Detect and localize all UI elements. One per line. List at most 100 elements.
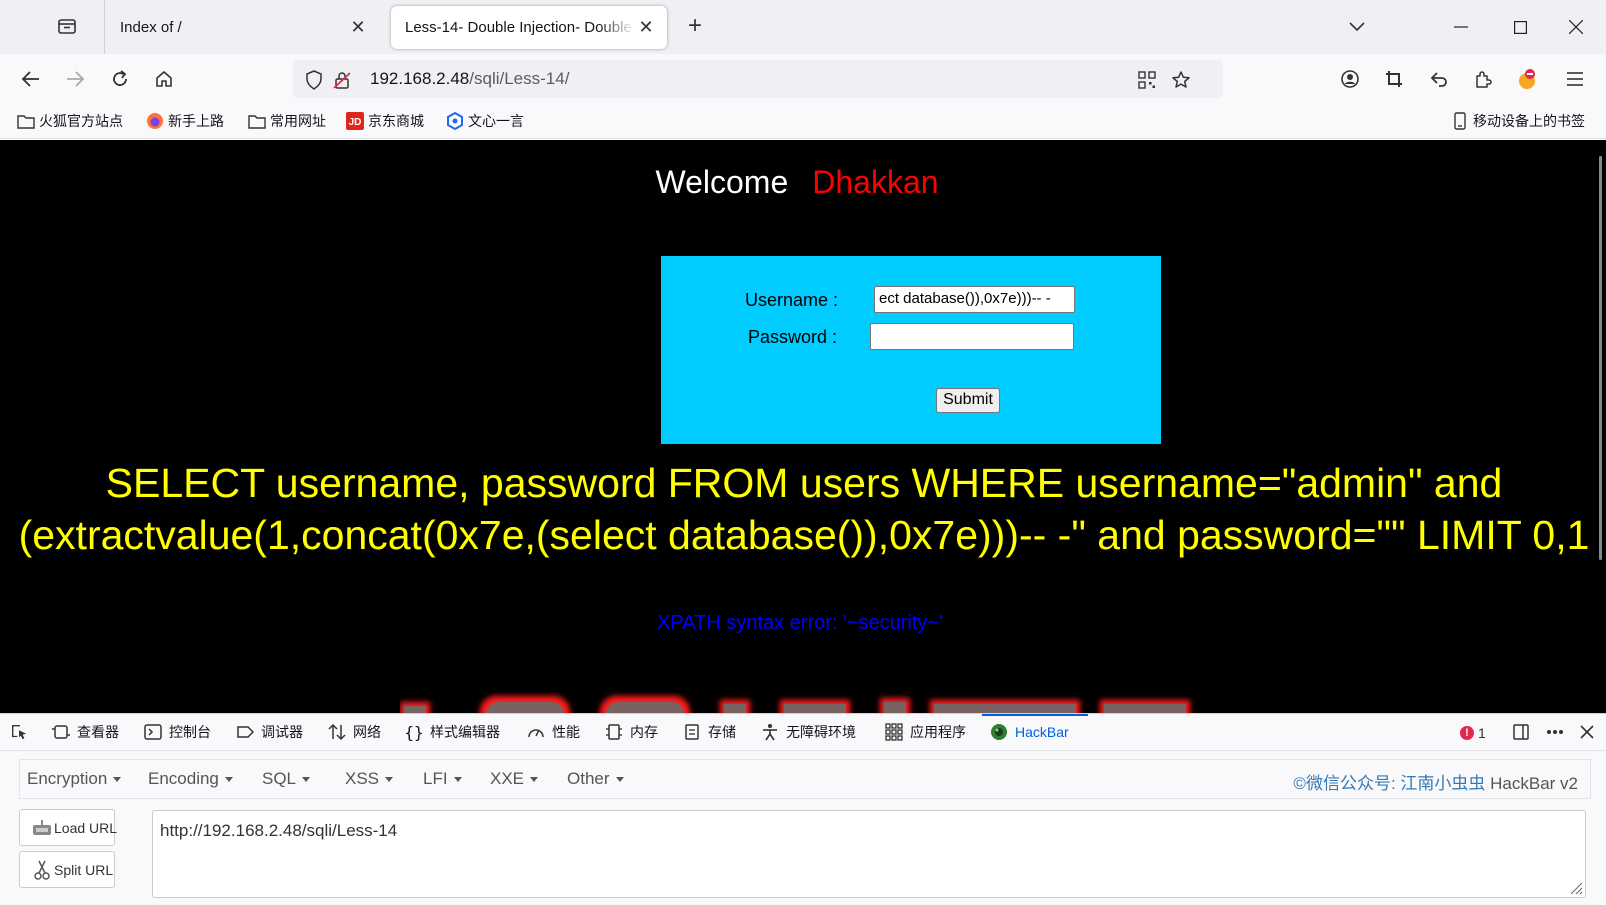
password-input[interactable] <box>870 323 1074 350</box>
address-bar[interactable]: 192.168.2.48/sqli/Less-14/ <box>293 60 1223 98</box>
qr-code-icon[interactable] <box>1136 69 1158 91</box>
undo-icon[interactable] <box>1425 65 1453 93</box>
tab-network[interactable]: 网络 <box>328 721 381 743</box>
bookmark-item[interactable]: JD 京东商城 <box>346 110 424 132</box>
wenxin-icon <box>446 112 464 130</box>
tab-less-14[interactable]: Less-14- Double Injection- Double Quotes… <box>391 6 667 49</box>
tab-separator <box>104 0 105 54</box>
screenshot-icon[interactable] <box>1380 65 1408 93</box>
menu-label: Encoding <box>148 769 219 788</box>
dock-toggle-icon[interactable] <box>1512 721 1537 743</box>
tab-inspector[interactable]: 查看器 <box>52 721 119 743</box>
tab-style-editor[interactable]: {} 样式编辑器 <box>404 721 500 743</box>
tab-application[interactable]: 应用程序 <box>885 721 966 743</box>
tab-debugger[interactable]: 调试器 <box>236 721 303 743</box>
tab-index[interactable]: Index of / ✕ <box>106 6 379 49</box>
menu-sql[interactable]: SQL <box>262 769 311 789</box>
bookmark-star-icon[interactable] <box>1170 69 1192 91</box>
menu-encryption[interactable]: Encryption <box>27 769 122 789</box>
chevron-down-icon[interactable] <box>1342 12 1372 42</box>
insecure-lock-icon[interactable] <box>331 69 353 91</box>
hackbar-menu: Encryption Encoding SQL XSS LFI XXE Othe… <box>19 759 1591 799</box>
extensions-icon[interactable] <box>1469 65 1497 93</box>
maximize-icon[interactable] <box>1505 12 1535 42</box>
element-picker-icon[interactable] <box>10 721 35 743</box>
menu-label: Encryption <box>27 769 108 788</box>
brand-version: HackBar v2 <box>1485 774 1578 793</box>
minimize-icon[interactable] <box>1446 12 1476 42</box>
tab-storage[interactable]: 存储 <box>683 721 736 743</box>
browser-window: { "tabs": { "inactive_title": "Index of … <box>0 0 1606 905</box>
bookmarks-toolbar: 火狐官方站点 新手上路 常用网址 JD 京东商城 文心一言 移动设备上的书签 <box>0 103 1606 139</box>
caret-down-icon <box>615 777 624 783</box>
bookmark-item[interactable]: 文心一言 <box>446 110 524 132</box>
tab-close-icon[interactable]: ✕ <box>635 17 657 39</box>
error-icon: ! <box>1460 726 1474 740</box>
tab-memory[interactable]: 内存 <box>605 721 658 743</box>
username-input[interactable]: ect database()),0x7e)))-- - <box>874 286 1075 313</box>
error-counter[interactable]: ! 1 <box>1460 723 1486 743</box>
bookmark-item[interactable]: 火狐官方站点 <box>17 110 123 132</box>
menu-label: XSS <box>345 769 380 788</box>
caret-down-icon <box>530 777 539 783</box>
mobile-bookmarks[interactable]: 移动设备上的书签 <box>1451 110 1585 132</box>
home-icon[interactable] <box>150 65 178 93</box>
jd-icon: JD <box>346 112 364 130</box>
load-icon <box>32 818 52 838</box>
new-tab-button[interactable]: + <box>682 14 708 40</box>
welcome-text: Welcome <box>655 164 789 200</box>
resize-grip-icon[interactable] <box>1569 881 1583 895</box>
menu-xxe[interactable]: XXE <box>490 769 539 789</box>
mobile-device-icon <box>1451 112 1469 130</box>
folder-icon <box>17 112 35 130</box>
tab-label: 应用程序 <box>910 724 966 740</box>
reload-icon[interactable] <box>106 65 134 93</box>
menu-label: XXE <box>490 769 525 788</box>
brand-credit: ©微信公众号: 江南小虫虫 <box>1293 774 1486 793</box>
mobile-bookmarks-label: 移动设备上的书签 <box>1473 113 1585 129</box>
username-label: Username : <box>745 290 839 310</box>
more-options-icon[interactable] <box>1546 721 1571 743</box>
tab-hackbar[interactable]: HackBar <box>990 721 1069 743</box>
memory-icon <box>605 723 623 741</box>
caret-down-icon <box>302 777 311 783</box>
tab-list-icon[interactable] <box>56 15 78 37</box>
tab-close-icon[interactable]: ✕ <box>347 17 369 39</box>
tab-performance[interactable]: 性能 <box>527 721 580 743</box>
menu-xss[interactable]: XSS <box>345 769 394 789</box>
profile-extension-icon[interactable] <box>1513 65 1541 93</box>
welcome-heading: Welcome Dhakkan <box>0 164 1594 201</box>
menu-encoding[interactable]: Encoding <box>148 769 233 789</box>
page-scrollbar[interactable] <box>1599 156 1602 560</box>
menu-label: Other <box>567 769 610 788</box>
load-url-label: Load URL <box>54 819 118 836</box>
menu-lfi[interactable]: LFI <box>423 769 462 789</box>
inspector-icon <box>52 723 70 741</box>
user-name: Dhakkan <box>812 164 939 200</box>
hackbar-url-textarea[interactable]: http://192.168.2.48/sqli/Less-14 <box>152 810 1586 898</box>
split-url-button[interactable]: Split URL <box>19 851 115 888</box>
bookmark-label: 新手上路 <box>168 113 224 129</box>
bookmark-item[interactable]: 新手上路 <box>146 110 224 132</box>
close-window-icon[interactable] <box>1561 12 1591 42</box>
url-text[interactable]: 192.168.2.48/sqli/Less-14/ <box>370 69 569 89</box>
forward-icon[interactable] <box>61 65 89 93</box>
menu-icon[interactable] <box>1561 65 1589 93</box>
load-url-button[interactable]: Load URL <box>19 809 118 846</box>
tab-accessibility[interactable]: 无障碍环境 <box>761 721 856 743</box>
tab-console[interactable]: 控制台 <box>144 721 211 743</box>
bookmark-label: 火狐官方站点 <box>39 113 123 129</box>
account-icon[interactable] <box>1336 65 1364 93</box>
storage-icon <box>683 723 701 741</box>
submit-button[interactable]: Submit <box>936 388 1000 413</box>
back-icon[interactable] <box>17 65 45 93</box>
password-label: Password : <box>748 327 838 347</box>
tab-label: HackBar <box>1015 724 1069 740</box>
close-devtools-icon[interactable] <box>1578 721 1603 743</box>
bookmark-item[interactable]: 常用网址 <box>248 110 326 132</box>
tab-label: 样式编辑器 <box>430 724 500 740</box>
console-icon <box>144 723 162 741</box>
devtools-tabbar: 查看器 控制台 调试器 网络 {} 样式编辑器 性能 内存 存储 无障碍环境 应… <box>0 714 1606 751</box>
menu-other[interactable]: Other <box>567 769 624 789</box>
shield-icon[interactable] <box>303 69 325 91</box>
